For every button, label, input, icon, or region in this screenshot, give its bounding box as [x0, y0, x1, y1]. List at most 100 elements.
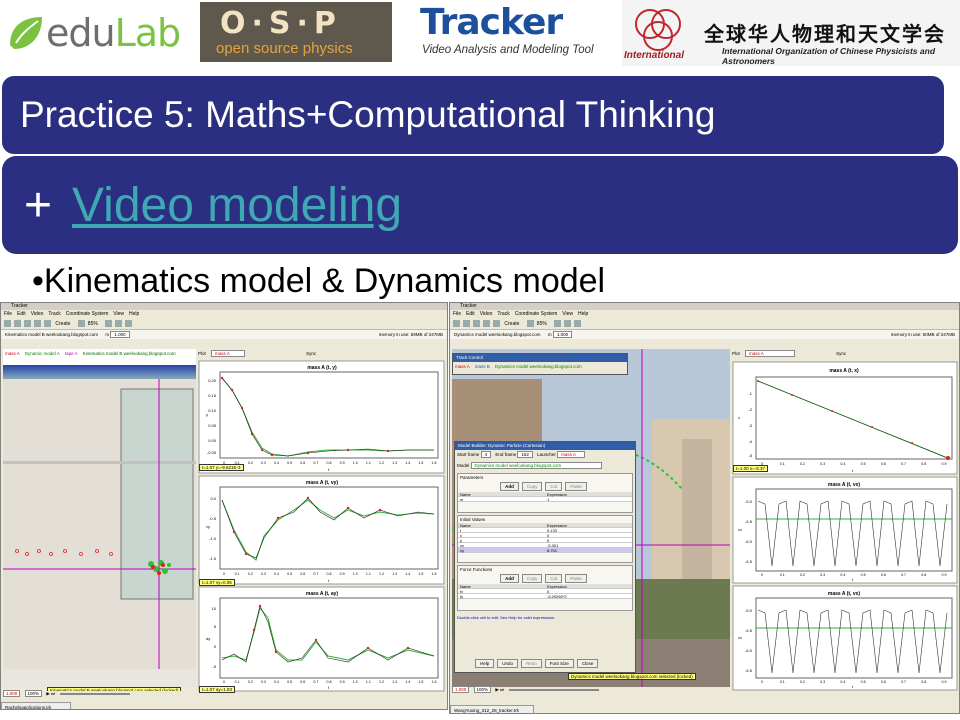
- open-icon[interactable]: [4, 320, 11, 328]
- play-icon[interactable]: ▶: [495, 687, 498, 692]
- plot-track-select[interactable]: mass A: [211, 350, 245, 357]
- frame-field[interactable]: 1.000: [3, 690, 21, 697]
- plot-selector[interactable]: Plot: [732, 351, 740, 356]
- param-cut-button[interactable]: Cut: [545, 482, 563, 491]
- label-icon[interactable]: [564, 320, 572, 328]
- menu-track[interactable]: Track: [48, 311, 60, 317]
- legend-mass-a[interactable]: mass A: [5, 351, 20, 356]
- force-expr: 0: [547, 589, 550, 594]
- save-icon[interactable]: [14, 320, 21, 328]
- menu-video[interactable]: Video: [31, 311, 44, 317]
- trail-icon[interactable]: [105, 320, 113, 328]
- redo-button[interactable]: Redo: [521, 659, 542, 668]
- menu-edit[interactable]: Edit: [466, 311, 475, 317]
- initial-row[interactable]: vy 6.701: [458, 548, 632, 553]
- legend-dynamic-model-a[interactable]: Dynamic model A: [25, 351, 60, 356]
- zoom-level[interactable]: 85%: [88, 321, 98, 327]
- video-modeling-link[interactable]: Video modeling: [72, 178, 402, 233]
- menu-view[interactable]: View: [113, 311, 124, 317]
- force-add-button[interactable]: Add: [500, 574, 519, 583]
- step-icon[interactable]: ⏭: [500, 687, 504, 692]
- plot-selector[interactable]: Plot: [198, 351, 206, 356]
- plot3-xtick: 1.2: [379, 680, 384, 684]
- end-frame-field[interactable]: 162: [517, 451, 533, 458]
- zoom-field[interactable]: 100%: [24, 690, 43, 697]
- mass-field[interactable]: 1.000: [110, 331, 130, 338]
- menu-video[interactable]: Video: [480, 311, 493, 317]
- taskbar-file-tab[interactable]: WangYuxing_312_28_tracker.trk: [450, 705, 534, 713]
- frame-field[interactable]: 1.000: [452, 686, 470, 693]
- menu-view[interactable]: View: [562, 311, 573, 317]
- create-button[interactable]: Create: [55, 321, 70, 327]
- start-frame-field[interactable]: 4: [480, 451, 492, 458]
- plot-track-select[interactable]: mass A: [745, 350, 795, 357]
- video-pane[interactable]: mass A Dynamic model A tape A Kinematics…: [3, 349, 196, 687]
- clip-icon[interactable]: [473, 320, 480, 328]
- legend-kinematics-model-b[interactable]: Kinematics model B weelookang.blogspot.c…: [83, 351, 176, 356]
- plotvx1-ytick-3: -6.5: [745, 559, 753, 564]
- param-paste-button[interactable]: Paste: [565, 482, 587, 491]
- zoom-field[interactable]: 100%: [473, 686, 492, 693]
- menu-edit[interactable]: Edit: [17, 311, 26, 317]
- clip-icon[interactable]: [24, 320, 31, 328]
- close-button[interactable]: Close: [576, 659, 599, 668]
- parameters-group: Parameters Add Copy Cut Paste Name Expressio…: [457, 473, 633, 513]
- sync-checkbox[interactable]: Sync: [306, 351, 316, 356]
- menu-coordinate-system[interactable]: Coordinate System: [66, 311, 109, 317]
- frame-slider[interactable]: [509, 688, 600, 691]
- mass-field[interactable]: 1.000: [552, 331, 573, 338]
- menu-help[interactable]: Help: [578, 311, 588, 317]
- axes-icon[interactable]: [483, 320, 490, 328]
- step-icon[interactable]: ⏭: [51, 691, 55, 696]
- undo-button[interactable]: Undo: [497, 659, 519, 668]
- force-row[interactable]: fy -5.29260*2: [458, 594, 632, 599]
- sync-checkbox[interactable]: Sync: [836, 351, 846, 356]
- track-control-dynamics[interactable]: Dynamics model weelookang.blogspot.com: [495, 364, 582, 369]
- zoom-icon[interactable]: [526, 320, 534, 328]
- force-cut-button[interactable]: Cut: [545, 574, 563, 583]
- menu-file[interactable]: File: [453, 311, 461, 317]
- play-icon[interactable]: ▶: [46, 691, 49, 696]
- plotx-xtick: 0.9: [942, 462, 947, 466]
- initial-expr: 0: [547, 538, 550, 543]
- create-button[interactable]: Create: [504, 321, 519, 327]
- zoom-icon[interactable]: [77, 320, 85, 328]
- tape-icon[interactable]: [493, 320, 500, 328]
- frame-slider[interactable]: [60, 692, 131, 695]
- plot2-xtick: 0: [223, 572, 225, 576]
- force-paste-button[interactable]: Paste: [565, 574, 587, 583]
- osp-logo: O·S·P open source physics: [200, 2, 392, 62]
- menu-file[interactable]: File: [4, 311, 12, 317]
- plot2-xtick: 1.2: [379, 572, 384, 576]
- track-control-mass-a[interactable]: mass A: [455, 364, 470, 369]
- points-icon[interactable]: [574, 320, 582, 328]
- plot-toolbar: Plot mass A Sync: [198, 349, 446, 359]
- open-icon[interactable]: [453, 320, 460, 328]
- trail-icon[interactable]: [554, 320, 562, 328]
- font-size-button[interactable]: Font Size: [544, 659, 574, 668]
- taskbar-file-tab[interactable]: Rachelsapplications.trk: [1, 702, 71, 709]
- initial-name: vy: [460, 548, 464, 553]
- tape-icon[interactable]: [44, 320, 51, 328]
- param-copy-button[interactable]: Copy: [521, 482, 543, 491]
- track-control-mass-b[interactable]: mass B: [475, 364, 490, 369]
- zoom-level[interactable]: 85%: [537, 321, 547, 327]
- tracker-window-left: Tracker File Edit Video Track Coordinate Sys…: [0, 302, 448, 710]
- param-row[interactable]: m1: [458, 497, 632, 502]
- help-button[interactable]: Help: [475, 659, 495, 668]
- menu-coordinate-system[interactable]: Coordinate System: [515, 311, 558, 317]
- menu-track[interactable]: Track: [497, 311, 509, 317]
- points-icon[interactable]: [125, 320, 133, 328]
- plot1-xtick: 0.5: [287, 461, 292, 465]
- param-add-button[interactable]: Add: [500, 482, 519, 491]
- save-icon[interactable]: [463, 320, 470, 328]
- legend-tape-a[interactable]: tape A: [65, 351, 78, 356]
- model-select[interactable]: Dynamics model weelookang.blogspot.com: [470, 462, 603, 469]
- axes-icon[interactable]: [34, 320, 41, 328]
- plot2-xtick: 0.8: [327, 572, 332, 576]
- menu-help[interactable]: Help: [129, 311, 139, 317]
- force-copy-button[interactable]: Copy: [521, 574, 543, 583]
- label-icon[interactable]: [115, 320, 123, 328]
- edulab-logo: eduLab: [6, 6, 192, 60]
- launcher-select[interactable]: mass A: [557, 451, 585, 458]
